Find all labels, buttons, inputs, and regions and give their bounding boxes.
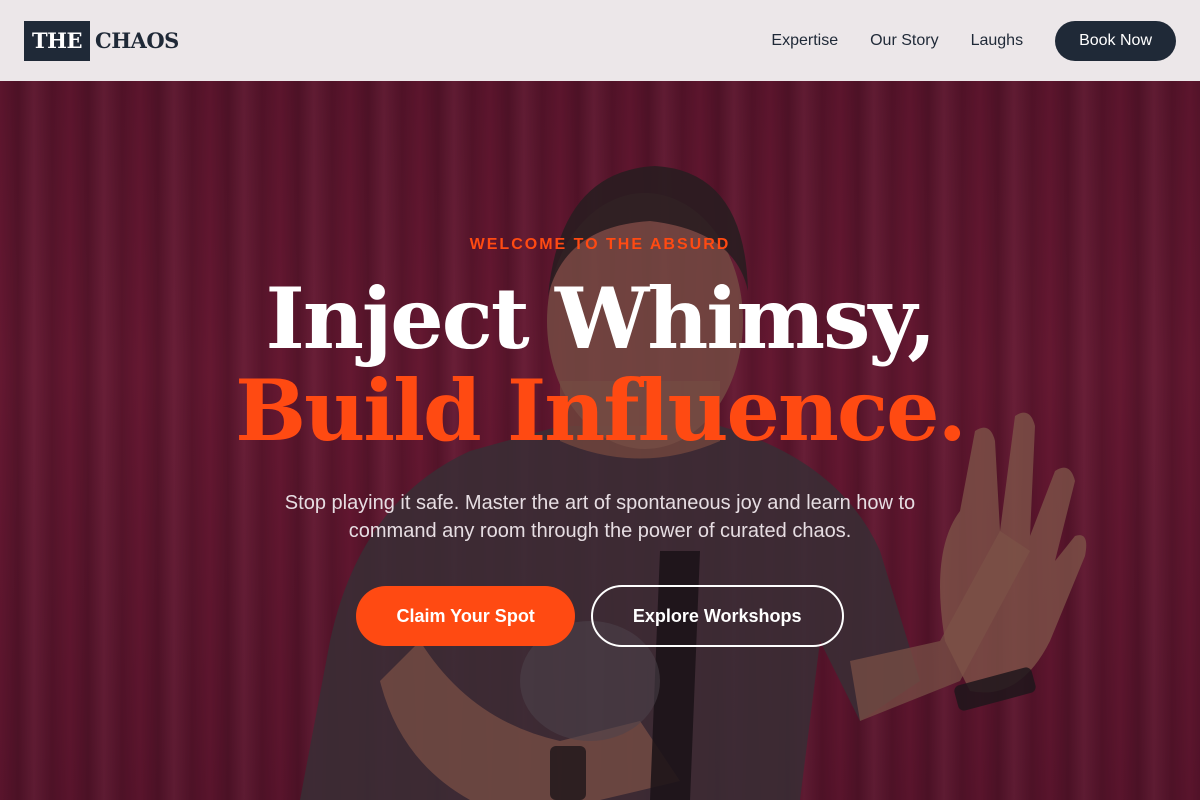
book-now-button[interactable]: Book Now [1055, 20, 1176, 61]
headline-line-2: Build Influence. [235, 361, 967, 460]
claim-spot-button[interactable]: Claim Your Spot [356, 586, 575, 646]
logo-mark: THE [24, 20, 90, 61]
logo-wordmark: CHAOS [94, 28, 179, 53]
nav-link-laughs[interactable]: Laughs [971, 32, 1024, 50]
cta-row: Claim Your Spot Explore Workshops [0, 585, 1200, 647]
hero-subtext: Stop playing it safe. Master the art of … [284, 492, 916, 542]
explore-workshops-button[interactable]: Explore Workshops [590, 585, 844, 647]
hero-content: WELCOME TO THE ABSURD Inject Whimsy, Bui… [0, 81, 1200, 800]
hero-headline: Inject Whimsy, Build Influence. [0, 273, 1200, 457]
nav-link-expertise[interactable]: Expertise [771, 32, 838, 50]
main-nav: Expertise Our Story Laughs Book Now [739, 20, 1176, 61]
nav-link-our-story[interactable]: Our Story [870, 32, 938, 50]
logo[interactable]: THE CHAOS [24, 20, 179, 61]
headline-line-1: Inject Whimsy, [265, 269, 937, 368]
site-header: THE CHAOS Expertise Our Story Laughs Boo… [0, 0, 1200, 81]
hero-eyebrow: WELCOME TO THE ABSURD [469, 236, 731, 253]
